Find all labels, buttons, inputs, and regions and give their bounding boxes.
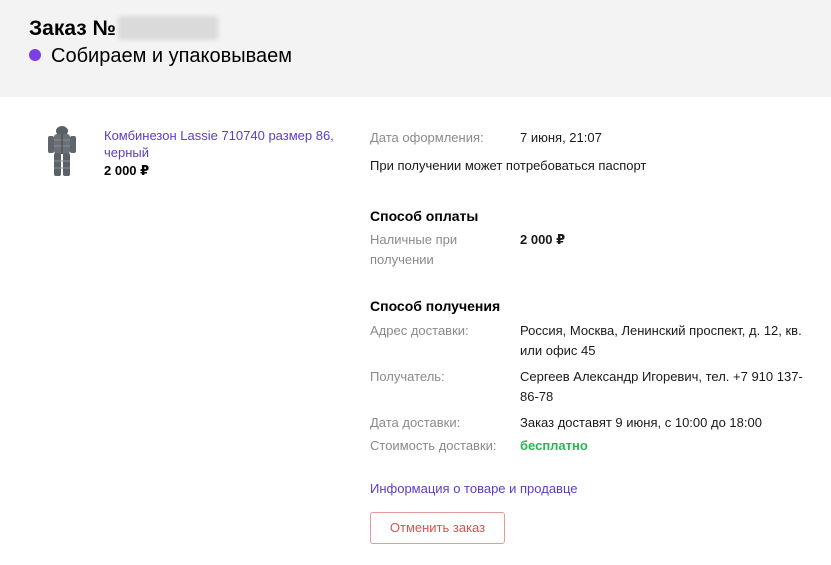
- order-title: Заказ №: [29, 15, 218, 43]
- order-date-value: 7 июня, 21:07: [520, 130, 602, 145]
- order-number-blurred: [117, 16, 218, 40]
- order-date-row: Дата оформления: 7 июня, 21:07: [370, 128, 810, 148]
- order-status: Собираем и упаковываем: [29, 42, 292, 70]
- order-date-label: Дата оформления:: [370, 130, 484, 145]
- product-price: 2 000 ₽: [104, 163, 150, 178]
- passport-note: При получении может потребоваться паспор…: [370, 158, 647, 173]
- product-seller-info-link[interactable]: Информация о товаре и продавце: [370, 481, 578, 496]
- recipient-value: Сергеев Александр Игоревич, тел. +7 910 …: [520, 369, 803, 404]
- address-row: Адрес доставки: Россия, Москва, Ленински…: [370, 321, 810, 361]
- order-title-text: Заказ №: [29, 17, 116, 40]
- delivery-date-value: Заказ доставят 9 июня, с 10:00 до 18:00: [520, 415, 762, 430]
- jumpsuit-thumbnail-icon[interactable]: [45, 125, 79, 179]
- status-dot-icon: [29, 49, 41, 61]
- recipient-label: Получатель:: [370, 369, 445, 384]
- delivery-date-label: Дата доставки:: [370, 415, 461, 430]
- payment-method-label: Наличные при получении: [370, 232, 458, 267]
- order-status-text: Собираем и упаковываем: [51, 45, 293, 67]
- payment-row: Наличные при получении 2 000 ₽: [370, 230, 810, 270]
- cancel-order-button[interactable]: Отменить заказ: [370, 512, 505, 544]
- payment-amount: 2 000 ₽: [520, 232, 566, 247]
- address-label: Адрес доставки:: [370, 323, 469, 338]
- delivery-cost-row: Стоимость доставки: бесплатно: [370, 436, 810, 456]
- address-value: Россия, Москва, Ленинский проспект, д. 1…: [520, 323, 802, 358]
- delivery-section-title: Способ получения: [370, 298, 501, 314]
- order-header: Заказ № Собираем и упаковываем: [0, 0, 831, 97]
- delivery-cost-label: Стоимость доставки:: [370, 438, 497, 453]
- product-name-link[interactable]: Комбинезон Lassie 710740 размер 86, черн…: [104, 127, 344, 161]
- delivery-date-row: Дата доставки: Заказ доставят 9 июня, с …: [370, 413, 810, 433]
- delivery-cost-value: бесплатно: [520, 438, 588, 453]
- order-details: Дата оформления: 7 июня, 21:07 При получ…: [370, 128, 810, 544]
- recipient-row: Получатель: Сергеев Александр Игоревич, …: [370, 367, 810, 407]
- payment-section-title: Способ оплаты: [370, 208, 479, 224]
